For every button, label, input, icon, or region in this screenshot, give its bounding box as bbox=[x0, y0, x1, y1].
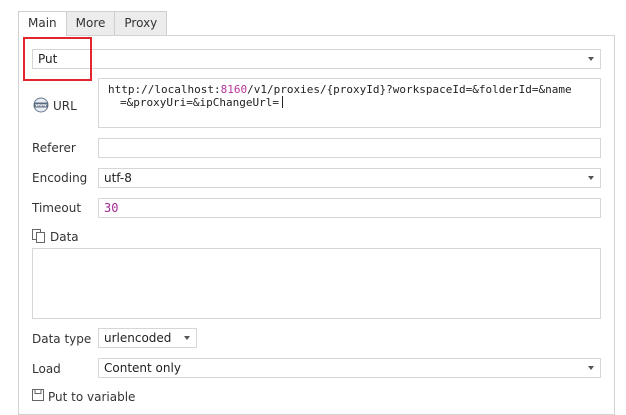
timeout-input[interactable]: 30 bbox=[98, 198, 601, 218]
tab-more[interactable]: More bbox=[65, 11, 116, 35]
data-type-label: Data type bbox=[32, 332, 92, 346]
tab-proxy[interactable]: Proxy bbox=[114, 11, 168, 35]
data-type-select[interactable]: urlencoded bbox=[98, 328, 197, 348]
url-line-1: http://localhost:8160/v1/proxies/{proxyI… bbox=[108, 83, 572, 96]
method-highlight-box bbox=[23, 37, 92, 81]
svg-text:www: www bbox=[35, 103, 47, 108]
encoding-select[interactable]: utf-8 bbox=[98, 168, 601, 188]
load-value: Content only bbox=[104, 361, 181, 375]
encoding-value: utf-8 bbox=[104, 171, 132, 185]
save-icon bbox=[32, 389, 44, 404]
put-to-variable-label[interactable]: Put to variable bbox=[48, 390, 135, 404]
chevron-down-icon bbox=[588, 176, 594, 180]
www-globe-icon: www bbox=[33, 97, 49, 116]
method-select[interactable]: Put bbox=[32, 49, 601, 69]
referer-label: Referer bbox=[32, 141, 76, 155]
referer-input[interactable] bbox=[98, 138, 601, 158]
chevron-down-icon bbox=[184, 336, 190, 340]
timeout-label: Timeout bbox=[32, 201, 82, 215]
timeout-value: 30 bbox=[104, 201, 119, 215]
data-label: Data bbox=[50, 230, 79, 244]
text-cursor bbox=[281, 96, 283, 108]
data-textarea[interactable] bbox=[32, 248, 601, 319]
url-line-2: =&proxyUri=&ipChangeUrl= bbox=[108, 96, 600, 109]
tab-bar: Main More Proxy bbox=[18, 11, 168, 36]
chevron-down-icon bbox=[588, 366, 594, 370]
chevron-down-icon bbox=[588, 57, 594, 61]
url-input[interactable]: http://localhost:8160/v1/proxies/{proxyI… bbox=[98, 78, 601, 128]
copy-document-icon bbox=[32, 229, 46, 246]
load-select[interactable]: Content only bbox=[98, 358, 601, 378]
encoding-label: Encoding bbox=[32, 171, 88, 185]
data-type-value: urlencoded bbox=[104, 331, 172, 345]
url-label: URL bbox=[53, 99, 77, 113]
load-label: Load bbox=[32, 362, 61, 376]
tab-main[interactable]: Main bbox=[18, 11, 67, 36]
